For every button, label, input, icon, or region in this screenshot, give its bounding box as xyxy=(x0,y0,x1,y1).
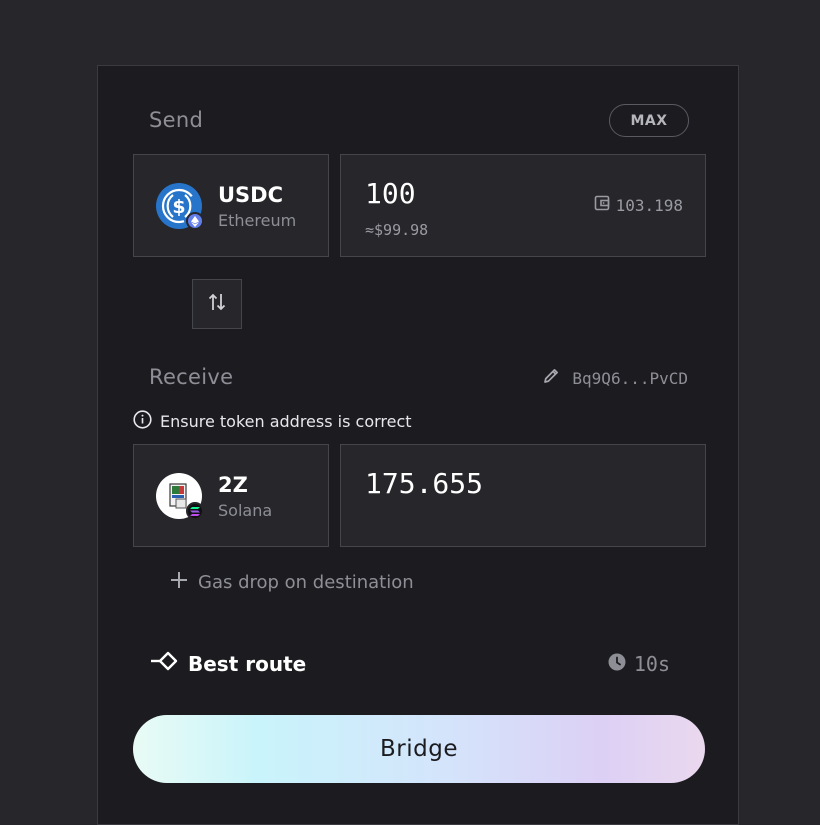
send-token-symbol: USDC xyxy=(218,183,284,207)
wallet-balance-value: 103.198 xyxy=(615,195,683,215)
pencil-icon xyxy=(542,367,560,389)
receive-token-chain: Solana xyxy=(218,501,273,520)
swap-direction-button[interactable] xyxy=(192,279,242,329)
destination-address[interactable]: Bq9Q6...PvCD xyxy=(542,367,688,389)
usdc-icon: $ xyxy=(156,183,204,230)
send-token-chain: Ethereum xyxy=(218,211,297,230)
send-amount-field[interactable]: 100 ≈$99.98 103.198 xyxy=(340,154,706,257)
send-amount-input[interactable]: 100 xyxy=(365,177,416,210)
send-label: Send xyxy=(149,108,204,132)
route-time-value: 10s xyxy=(633,652,670,676)
send-amount-usd: ≈$99.98 xyxy=(365,221,429,239)
clock-icon xyxy=(608,652,626,676)
best-route-label: Best route xyxy=(188,651,307,676)
svg-text:$: $ xyxy=(172,196,185,218)
plus-icon xyxy=(170,571,188,594)
swap-arrows-icon xyxy=(208,292,226,316)
gas-drop-label: Gas drop on destination xyxy=(198,572,414,593)
route-icon xyxy=(150,651,178,676)
wallet-balance[interactable]: 103.198 xyxy=(594,195,683,215)
bridge-button[interactable]: Bridge xyxy=(133,715,705,783)
address-warning: Ensure token address is correct xyxy=(133,410,412,433)
route-time: 10s xyxy=(608,652,670,676)
receive-amount-field: 175.655 xyxy=(340,444,706,547)
receive-token-symbol: 2Z xyxy=(218,473,248,497)
receive-label: Receive xyxy=(149,365,234,389)
destination-address-value: Bq9Q6...PvCD xyxy=(572,368,688,388)
receive-amount-value: 175.655 xyxy=(365,467,484,500)
receive-token-selector[interactable]: 2Z Solana xyxy=(133,444,329,547)
address-warning-text: Ensure token address is correct xyxy=(160,412,412,431)
solana-icon xyxy=(186,502,204,520)
max-button[interactable]: MAX xyxy=(609,104,689,137)
info-icon xyxy=(133,410,152,433)
send-token-selector[interactable]: $ USDC Ethereum xyxy=(133,154,329,257)
ethereum-icon xyxy=(186,212,204,230)
bridge-panel: Send MAX $ USDC Ethereum 100 ≈$99.98 103… xyxy=(97,65,739,825)
gas-drop-toggle[interactable]: Gas drop on destination xyxy=(170,571,414,594)
2z-token-icon xyxy=(156,473,204,520)
best-route[interactable]: Best route xyxy=(150,651,306,676)
wallet-icon xyxy=(594,195,610,215)
